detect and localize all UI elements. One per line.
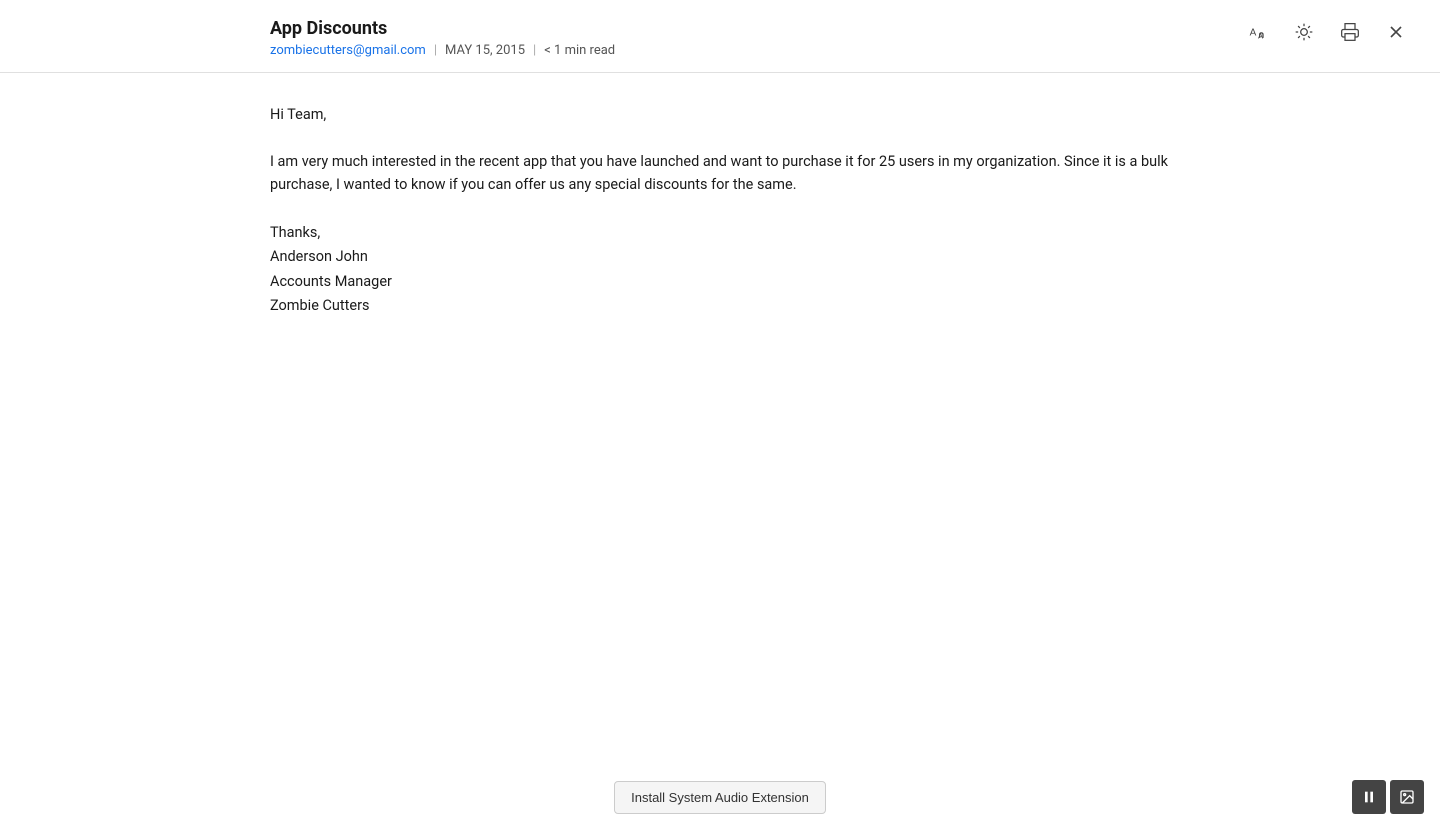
- install-audio-extension-button[interactable]: Install System Audio Extension: [614, 781, 826, 814]
- svg-text:A: A: [1250, 27, 1257, 38]
- signature-closing: Thanks,: [270, 221, 1170, 246]
- print-icon[interactable]: [1336, 18, 1364, 46]
- email-meta: zombiecutters@gmail.com | MAY 15, 2015 |…: [270, 43, 1170, 58]
- email-date: MAY 15, 2015: [445, 43, 525, 58]
- sender-email[interactable]: zombiecutters@gmail.com: [270, 43, 426, 58]
- image-button[interactable]: [1390, 780, 1424, 814]
- pause-button[interactable]: [1352, 780, 1386, 814]
- bottom-right-controls: [1352, 780, 1424, 814]
- signature-name: Anderson John: [270, 245, 1170, 270]
- signature-title: Accounts Manager: [270, 270, 1170, 295]
- email-body: Hi Team, I am very much interested in th…: [0, 73, 1440, 826]
- email-signature: Thanks, Anderson John Accounts Manager Z…: [270, 221, 1170, 320]
- font-size-icon[interactable]: A A: [1244, 18, 1272, 46]
- signature-company: Zombie Cutters: [270, 294, 1170, 319]
- close-icon[interactable]: [1382, 18, 1410, 46]
- meta-separator: |: [434, 43, 437, 58]
- email-greeting: Hi Team,: [270, 103, 1170, 126]
- read-time: < 1 min read: [544, 43, 615, 58]
- header-actions: A A: [1244, 18, 1410, 46]
- email-header: App Discounts zombiecutters@gmail.com | …: [0, 0, 1440, 73]
- brightness-icon[interactable]: [1290, 18, 1318, 46]
- email-viewer: App Discounts zombiecutters@gmail.com | …: [0, 0, 1440, 826]
- email-main-paragraph: I am very much interested in the recent …: [270, 150, 1170, 196]
- email-title: App Discounts: [270, 18, 1170, 39]
- meta-separator2: |: [533, 43, 536, 58]
